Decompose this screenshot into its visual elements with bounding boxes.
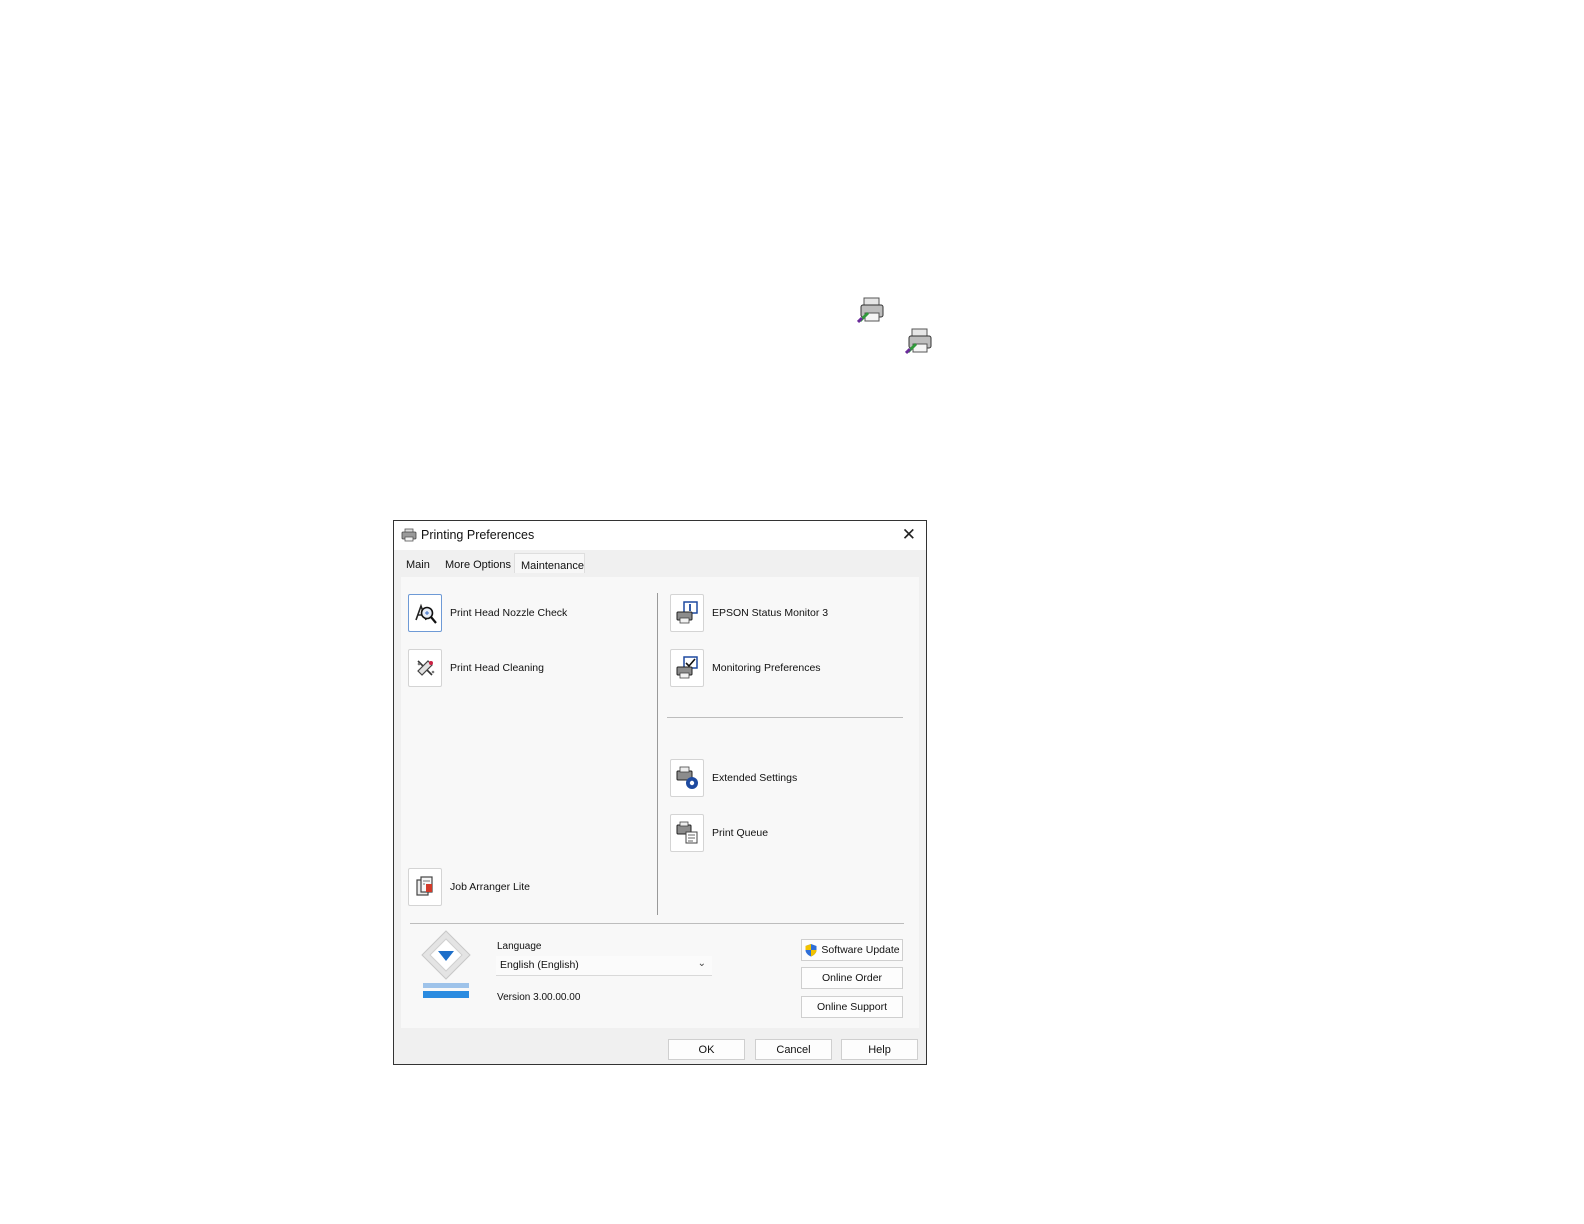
status-monitor-label: EPSON Status Monitor 3 bbox=[712, 607, 829, 619]
shield-icon bbox=[804, 943, 818, 957]
print-queue-icon[interactable] bbox=[670, 814, 704, 852]
online-order-button[interactable]: Online Order bbox=[801, 967, 903, 989]
printer-tray-icon bbox=[904, 327, 935, 355]
tab-strip: Main More Options Maintenance bbox=[394, 550, 926, 577]
language-label: Language bbox=[497, 941, 542, 952]
right-section-divider bbox=[667, 717, 903, 718]
status-monitor-icon[interactable] bbox=[670, 594, 704, 632]
version-text: Version 3.00.00.00 bbox=[497, 992, 581, 1003]
extended-settings-icon[interactable] bbox=[670, 759, 704, 797]
nozzle-check-label: Print Head Nozzle Check bbox=[450, 607, 568, 619]
status-monitor-item[interactable]: EPSON Status Monitor 3 bbox=[670, 593, 828, 633]
job-arranger-item[interactable]: Job Arranger Lite bbox=[408, 867, 530, 907]
monitoring-preferences-icon[interactable] bbox=[670, 649, 704, 687]
maintenance-panel: Print Head Nozzle Check Print Head Clean… bbox=[401, 577, 919, 1028]
print-queue-label: Print Queue bbox=[712, 827, 769, 839]
tab-more-options[interactable]: More Options bbox=[445, 559, 511, 571]
monitoring-preferences-item[interactable]: Monitoring Preferences bbox=[670, 648, 821, 688]
software-update-button[interactable]: Software Update bbox=[801, 939, 903, 961]
nozzle-check-icon[interactable] bbox=[408, 594, 442, 632]
printer-tray-icon bbox=[856, 296, 887, 324]
bottom-divider bbox=[410, 923, 904, 924]
tab-main[interactable]: Main bbox=[406, 559, 430, 571]
ok-button[interactable]: OK bbox=[668, 1039, 745, 1060]
help-button[interactable]: Help bbox=[841, 1039, 918, 1060]
micro-piezo-logo-icon bbox=[419, 929, 473, 1001]
head-cleaning-icon[interactable] bbox=[408, 649, 442, 687]
monitoring-preferences-label: Monitoring Preferences bbox=[712, 662, 821, 674]
title-bar: Printing Preferences ✕ bbox=[394, 521, 926, 550]
online-support-button[interactable]: Online Support bbox=[801, 996, 903, 1018]
language-select[interactable]: English (English) ⌄ bbox=[496, 956, 712, 976]
window-title: Printing Preferences bbox=[421, 528, 535, 542]
column-divider bbox=[657, 593, 658, 915]
language-value: English (English) bbox=[500, 959, 579, 971]
job-arranger-label: Job Arranger Lite bbox=[450, 881, 530, 893]
nozzle-check-item[interactable]: Print Head Nozzle Check bbox=[408, 593, 567, 633]
printer-icon bbox=[401, 528, 417, 542]
extended-settings-item[interactable]: Extended Settings bbox=[670, 758, 797, 798]
close-icon[interactable]: ✕ bbox=[902, 525, 916, 545]
print-queue-item[interactable]: Print Queue bbox=[670, 813, 768, 853]
job-arranger-icon[interactable] bbox=[408, 868, 442, 906]
tab-maintenance[interactable]: Maintenance bbox=[514, 553, 585, 573]
cancel-button[interactable]: Cancel bbox=[755, 1039, 832, 1060]
software-update-label: Software Update bbox=[821, 944, 900, 956]
printing-preferences-dialog: Printing Preferences ✕ Main More Options… bbox=[393, 520, 927, 1065]
chevron-down-icon[interactable]: ⌄ bbox=[698, 958, 706, 969]
extended-settings-label: Extended Settings bbox=[712, 772, 798, 784]
head-cleaning-label: Print Head Cleaning bbox=[450, 662, 544, 674]
head-cleaning-item[interactable]: Print Head Cleaning bbox=[408, 648, 544, 688]
